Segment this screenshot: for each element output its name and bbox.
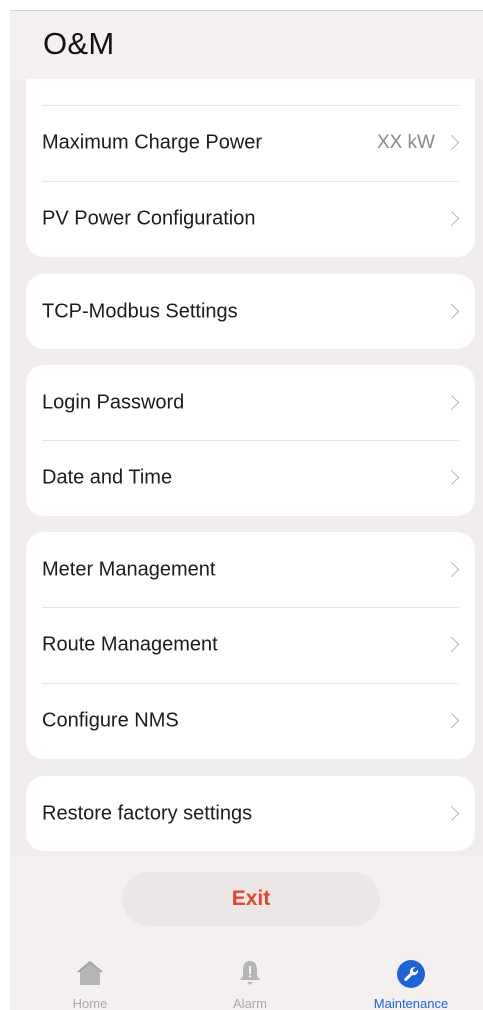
setting-label: Date and Time	[42, 466, 173, 489]
chevron-right-icon	[443, 210, 460, 227]
chevron-right-icon	[443, 303, 460, 319]
bottom-tab-bar: Home Alarm Maintenance	[10, 945, 483, 1010]
setting-label: Restore factory settings	[42, 802, 253, 824]
setting-configure-nms[interactable]: Configure NMS	[26, 683, 475, 759]
chevron-right-icon	[443, 394, 460, 410]
tab-home[interactable]: Home	[30, 945, 150, 1010]
wrench-icon	[396, 959, 426, 994]
setting-label: Configure NMS	[42, 709, 179, 732]
setting-value: XX kW	[376, 132, 435, 153]
setting-label: Login Password	[42, 391, 185, 413]
setting-label: PV Power Configuration	[42, 207, 256, 230]
tab-label: Alarm	[233, 996, 267, 1010]
settings-group-modbus: TCP-Modbus Settings	[26, 274, 475, 349]
chevron-right-icon	[443, 636, 460, 653]
home-icon	[75, 959, 105, 992]
setting-login-password[interactable]: Login Password	[26, 365, 475, 440]
app-screen: O&M Maximum Charge Power XX kW PV Power …	[10, 10, 483, 1010]
exit-area: Exit	[10, 857, 483, 945]
settings-list[interactable]: Maximum Charge Power XX kW PV Power Conf…	[10, 79, 483, 857]
page-title: O&M	[43, 26, 115, 61]
setting-route-management[interactable]: Route Management	[26, 607, 475, 683]
setting-meter-management[interactable]: Meter Management	[26, 532, 475, 607]
setting-label: Meter Management	[42, 558, 216, 580]
setting-pv-power-configuration[interactable]: PV Power Configuration	[26, 181, 475, 257]
tab-maintenance[interactable]: Maintenance	[351, 945, 471, 1010]
settings-group-restore: Restore factory settings	[26, 776, 475, 851]
setting-restore-factory[interactable]: Restore factory settings	[26, 776, 475, 851]
chevron-right-icon	[443, 469, 460, 486]
settings-group-network: Meter Management Route Management Config…	[26, 532, 475, 759]
settings-group-power: Maximum Charge Power XX kW PV Power Conf…	[26, 79, 475, 257]
tab-alarm[interactable]: Alarm	[190, 945, 310, 1010]
chevron-right-icon	[443, 561, 460, 577]
tab-label: Maintenance	[373, 996, 449, 1010]
chevron-right-icon	[443, 712, 460, 729]
setting-date-and-time[interactable]: Date and Time	[26, 440, 475, 516]
chevron-right-icon	[443, 134, 460, 151]
settings-group-security: Login Password Date and Time	[26, 365, 475, 516]
bell-icon	[237, 959, 263, 992]
setting-tcp-modbus[interactable]: TCP-Modbus Settings	[26, 274, 475, 349]
header: O&M	[10, 11, 483, 79]
exit-button[interactable]: Exit	[122, 872, 380, 926]
setting-label: TCP-Modbus Settings	[42, 300, 238, 322]
chevron-right-icon	[443, 805, 460, 821]
setting-maximum-charge-power[interactable]: Maximum Charge Power XX kW	[26, 105, 475, 181]
tab-label: Home	[72, 996, 108, 1010]
setting-label: Route Management	[42, 633, 218, 656]
setting-label: Maximum Charge Power	[42, 131, 263, 154]
